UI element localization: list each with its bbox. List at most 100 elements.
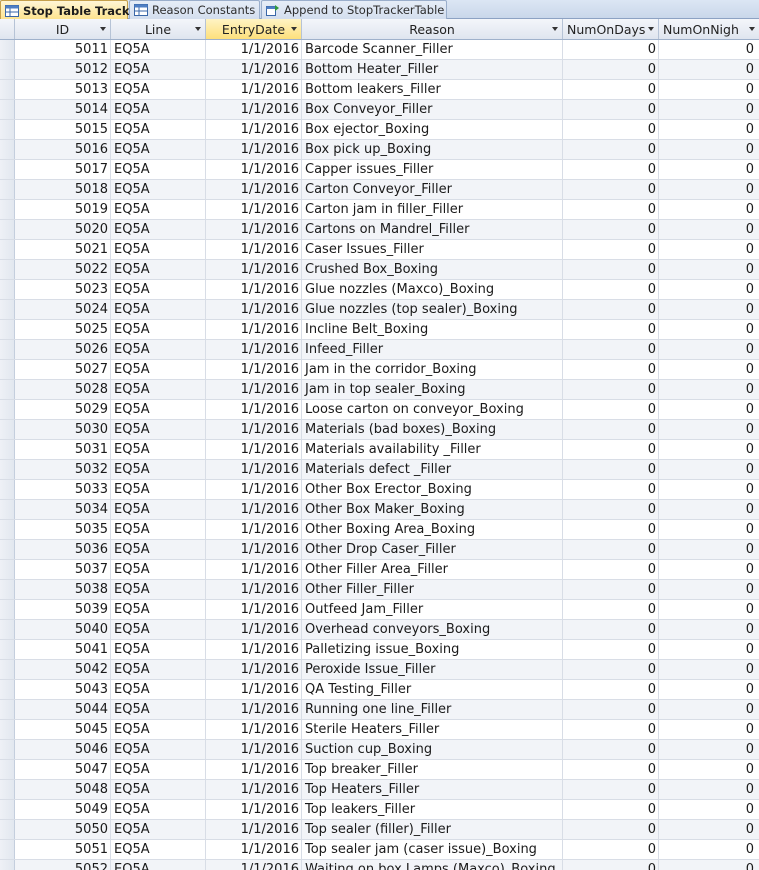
table-row[interactable]: 5045 EQ5A 1/1/2016 Sterile Heaters_Filler 0 0 — [0, 720, 759, 740]
cell-id[interactable]: 5025 — [15, 320, 111, 339]
cell-numondays[interactable]: 0 — [563, 280, 659, 299]
cell-numonnights[interactable]: 0 — [659, 720, 759, 739]
row-selector[interactable] — [0, 80, 15, 99]
cell-id[interactable]: 5047 — [15, 760, 111, 779]
cell-numonnights[interactable]: 0 — [659, 280, 759, 299]
cell-reason[interactable]: Materials defect _Filler — [302, 460, 563, 479]
cell-entrydate[interactable]: 1/1/2016 — [206, 360, 302, 379]
cell-line[interactable]: EQ5A — [111, 780, 206, 799]
cell-numondays[interactable]: 0 — [563, 420, 659, 439]
cell-line[interactable]: EQ5A — [111, 100, 206, 119]
cell-line[interactable]: EQ5A — [111, 400, 206, 419]
cell-line[interactable]: EQ5A — [111, 280, 206, 299]
row-selector[interactable] — [0, 280, 15, 299]
cell-entrydate[interactable]: 1/1/2016 — [206, 520, 302, 539]
table-row[interactable]: 5030 EQ5A 1/1/2016 Materials (bad boxes)_Bo… — [0, 420, 759, 440]
cell-numondays[interactable]: 0 — [563, 240, 659, 259]
cell-reason[interactable]: Other Filler Area_Filler — [302, 560, 563, 579]
cell-line[interactable]: EQ5A — [111, 40, 206, 59]
cell-entrydate[interactable]: 1/1/2016 — [206, 720, 302, 739]
cell-entrydate[interactable]: 1/1/2016 — [206, 60, 302, 79]
cell-numondays[interactable]: 0 — [563, 180, 659, 199]
cell-line[interactable]: EQ5A — [111, 860, 206, 870]
table-row[interactable]: 5050 EQ5A 1/1/2016 Top sealer (filler)_Fill… — [0, 820, 759, 840]
cell-numonnights[interactable]: 0 — [659, 800, 759, 819]
cell-reason[interactable]: Other Boxing Area_Boxing — [302, 520, 563, 539]
cell-numonnights[interactable]: 0 — [659, 700, 759, 719]
cell-entrydate[interactable]: 1/1/2016 — [206, 420, 302, 439]
cell-numonnights[interactable]: 0 — [659, 200, 759, 219]
cell-entrydate[interactable]: 1/1/2016 — [206, 220, 302, 239]
row-selector[interactable] — [0, 660, 15, 679]
row-selector[interactable] — [0, 60, 15, 79]
cell-id[interactable]: 5024 — [15, 300, 111, 319]
row-selector[interactable] — [0, 820, 15, 839]
cell-entrydate[interactable]: 1/1/2016 — [206, 760, 302, 779]
table-row[interactable]: 5029 EQ5A 1/1/2016 Loose carton on conveyor… — [0, 400, 759, 420]
cell-id[interactable]: 5033 — [15, 480, 111, 499]
cell-numondays[interactable]: 0 — [563, 680, 659, 699]
cell-numonnights[interactable]: 0 — [659, 660, 759, 679]
cell-id[interactable]: 5044 — [15, 700, 111, 719]
cell-numonnights[interactable]: 0 — [659, 780, 759, 799]
cell-line[interactable]: EQ5A — [111, 340, 206, 359]
cell-numonnights[interactable]: 0 — [659, 860, 759, 870]
cell-line[interactable]: EQ5A — [111, 380, 206, 399]
table-row[interactable]: 5033 EQ5A 1/1/2016 Other Box Erector_Boxing… — [0, 480, 759, 500]
row-selector[interactable] — [0, 260, 15, 279]
cell-line[interactable]: EQ5A — [111, 460, 206, 479]
cell-entrydate[interactable]: 1/1/2016 — [206, 400, 302, 419]
table-row[interactable]: 5040 EQ5A 1/1/2016 Overhead conveyors_Boxin… — [0, 620, 759, 640]
cell-id[interactable]: 5052 — [15, 860, 111, 870]
cell-id[interactable]: 5039 — [15, 600, 111, 619]
cell-entrydate[interactable]: 1/1/2016 — [206, 460, 302, 479]
cell-reason[interactable]: Bottom leakers_Filler — [302, 80, 563, 99]
cell-entrydate[interactable]: 1/1/2016 — [206, 580, 302, 599]
row-selector[interactable] — [0, 580, 15, 599]
cell-numonnights[interactable]: 0 — [659, 680, 759, 699]
table-row[interactable]: 5041 EQ5A 1/1/2016 Palletizing issue_Boxing… — [0, 640, 759, 660]
cell-id[interactable]: 5040 — [15, 620, 111, 639]
cell-id[interactable]: 5042 — [15, 660, 111, 679]
tab-append-to-stoptrackertable[interactable]: Append to StopTrackerTable — [261, 0, 447, 19]
cell-line[interactable]: EQ5A — [111, 440, 206, 459]
row-selector[interactable] — [0, 420, 15, 439]
cell-numonnights[interactable]: 0 — [659, 360, 759, 379]
cell-numonnights[interactable]: 0 — [659, 580, 759, 599]
cell-numonnights[interactable]: 0 — [659, 120, 759, 139]
table-row[interactable]: 5027 EQ5A 1/1/2016 Jam in the corridor_Boxi… — [0, 360, 759, 380]
select-all-corner[interactable] — [0, 19, 15, 39]
row-selector[interactable] — [0, 440, 15, 459]
cell-numondays[interactable]: 0 — [563, 640, 659, 659]
cell-id[interactable]: 5050 — [15, 820, 111, 839]
table-row[interactable]: 5042 EQ5A 1/1/2016 Peroxide Issue_Filler 0 0 — [0, 660, 759, 680]
table-row[interactable]: 5025 EQ5A 1/1/2016 Incline Belt_Boxing 0 0 — [0, 320, 759, 340]
cell-line[interactable]: EQ5A — [111, 140, 206, 159]
cell-entrydate[interactable]: 1/1/2016 — [206, 620, 302, 639]
cell-line[interactable]: EQ5A — [111, 360, 206, 379]
cell-reason[interactable]: Barcode Scanner_Filler — [302, 40, 563, 59]
cell-id[interactable]: 5049 — [15, 800, 111, 819]
cell-reason[interactable]: Sterile Heaters_Filler — [302, 720, 563, 739]
cell-numonnights[interactable]: 0 — [659, 620, 759, 639]
cell-id[interactable]: 5014 — [15, 100, 111, 119]
cell-reason[interactable]: Top sealer jam (caser issue)_Boxing — [302, 840, 563, 859]
cell-numondays[interactable]: 0 — [563, 300, 659, 319]
cell-reason[interactable]: Other Box Erector_Boxing — [302, 480, 563, 499]
cell-reason[interactable]: Loose carton on conveyor_Boxing — [302, 400, 563, 419]
cell-numondays[interactable]: 0 — [563, 40, 659, 59]
row-selector[interactable] — [0, 860, 15, 870]
cell-numondays[interactable]: 0 — [563, 400, 659, 419]
cell-numondays[interactable]: 0 — [563, 80, 659, 99]
cell-reason[interactable]: Other Filler_Filler — [302, 580, 563, 599]
cell-id[interactable]: 5037 — [15, 560, 111, 579]
row-selector[interactable] — [0, 680, 15, 699]
cell-numondays[interactable]: 0 — [563, 360, 659, 379]
cell-entrydate[interactable]: 1/1/2016 — [206, 860, 302, 870]
cell-numonnights[interactable]: 0 — [659, 80, 759, 99]
cell-id[interactable]: 5021 — [15, 240, 111, 259]
cell-numonnights[interactable]: 0 — [659, 560, 759, 579]
cell-numonnights[interactable]: 0 — [659, 840, 759, 859]
cell-id[interactable]: 5038 — [15, 580, 111, 599]
cell-entrydate[interactable]: 1/1/2016 — [206, 140, 302, 159]
